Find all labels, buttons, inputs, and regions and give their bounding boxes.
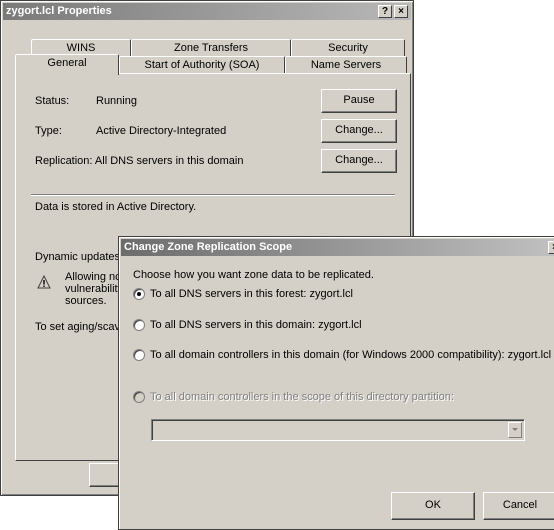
- tab-general-label: General: [47, 57, 87, 69]
- pause-button-label: Pause: [343, 94, 375, 106]
- tab-security[interactable]: Security: [291, 39, 405, 56]
- chevron-down-icon[interactable]: [508, 422, 522, 438]
- cancel-button[interactable]: Cancel: [483, 492, 554, 520]
- tab-start-of-authority[interactable]: Start of Authority (SOA): [119, 56, 285, 73]
- tab-soa-label: Start of Authority (SOA): [144, 59, 260, 71]
- cancel-button-label: Cancel: [502, 499, 538, 511]
- tab-zone-transfers-label: Zone Transfers: [174, 42, 248, 54]
- tab-wins-label: WINS: [66, 42, 96, 54]
- option-directory-partition-label[interactable]: To all domain controllers in the scope o…: [150, 391, 454, 403]
- aging-text: To set aging/scav: [35, 321, 120, 333]
- properties-title: zygort.lcl Properties: [6, 5, 112, 17]
- tab-security-label: Security: [328, 42, 368, 54]
- warning-line-2: vulnerability: [65, 283, 124, 295]
- scope-title-bar[interactable]: Change Zone Replication Scope ×: [121, 239, 554, 256]
- replication-text: Replication: All DNS servers in this dom…: [35, 155, 244, 167]
- ok-button-label: OK: [425, 499, 441, 511]
- pause-button[interactable]: Pause: [321, 89, 397, 113]
- scope-close-button[interactable]: ×: [548, 241, 554, 254]
- tab-name-servers[interactable]: Name Servers: [285, 56, 407, 73]
- partition-dropdown[interactable]: [151, 419, 525, 441]
- tab-zone-transfers[interactable]: Zone Transfers: [131, 39, 291, 56]
- replication-scope-dialog: Change Zone Replication Scope × Choose h…: [118, 236, 554, 530]
- option-domain-dns-label[interactable]: To all DNS servers in this domain: zygor…: [150, 319, 362, 331]
- storage-text: Data is stored in Active Directory.: [35, 201, 197, 213]
- type-label: Type:: [35, 125, 62, 137]
- properties-title-bar[interactable]: zygort.lcl Properties ? ×: [3, 3, 411, 20]
- scope-title: Change Zone Replication Scope: [124, 241, 293, 253]
- warning-line-3: sources.: [65, 295, 107, 307]
- radio-domain-dns[interactable]: [133, 319, 145, 331]
- tab-general[interactable]: General: [15, 54, 119, 75]
- dynamic-updates-label: Dynamic updates: [35, 251, 120, 263]
- change-type-button[interactable]: Change...: [321, 119, 397, 143]
- scope-prompt: Choose how you want zone data to be repl…: [133, 269, 374, 281]
- type-value: Active Directory-Integrated: [96, 125, 227, 137]
- help-button[interactable]: ?: [378, 5, 392, 18]
- status-label: Status:: [35, 95, 70, 107]
- change-replication-button-label: Change...: [335, 154, 383, 166]
- status-value: Running: [96, 95, 137, 107]
- warning-icon: [37, 274, 51, 289]
- close-button[interactable]: ×: [394, 5, 408, 18]
- radio-domain-controllers[interactable]: [133, 349, 145, 361]
- radio-forest[interactable]: [133, 288, 145, 300]
- radio-directory-partition[interactable]: [133, 391, 145, 403]
- change-replication-button[interactable]: Change...: [321, 149, 397, 173]
- option-forest-label[interactable]: To all DNS servers in this forest: zygor…: [150, 288, 353, 300]
- ok-button[interactable]: OK: [391, 492, 475, 520]
- help-icon: ?: [381, 6, 389, 17]
- close-icon: ×: [398, 6, 404, 17]
- warning-line-1: Allowing nc: [65, 271, 121, 283]
- tab-name-servers-label: Name Servers: [310, 59, 382, 71]
- separator: [31, 194, 395, 196]
- change-type-button-label: Change...: [335, 124, 383, 136]
- option-domain-controllers-label[interactable]: To all domain controllers in this domain…: [150, 349, 551, 361]
- radio-selected-dot: [137, 292, 141, 296]
